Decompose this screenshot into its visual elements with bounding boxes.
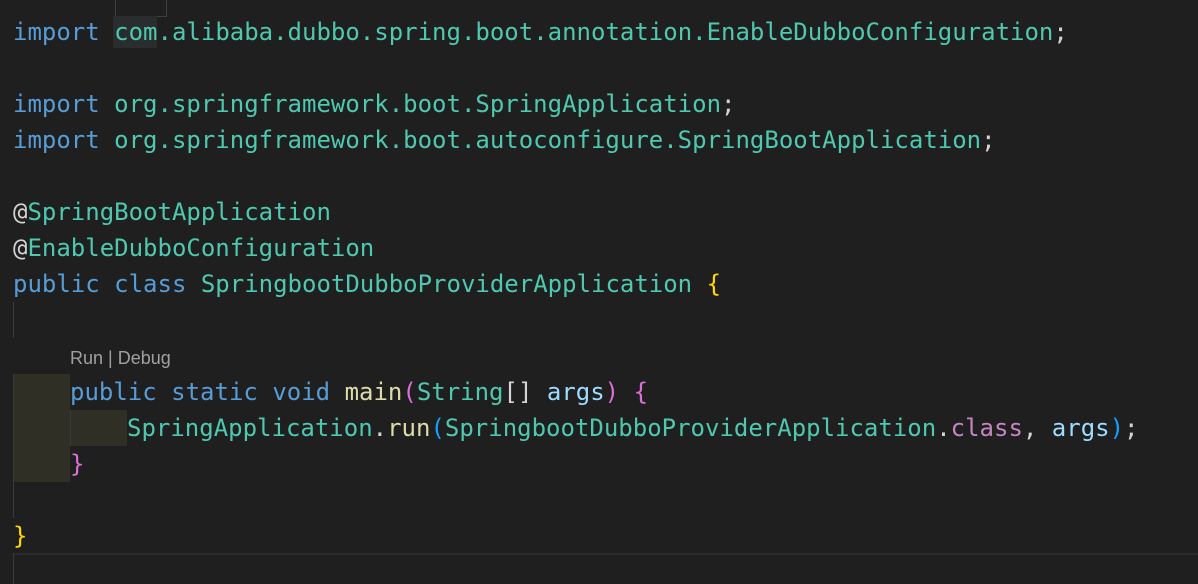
indent-highlight [13,374,70,482]
annotation-name: EnableDubboConfiguration [27,234,375,262]
code-line-10[interactable]: public static void main(String[] args) { [70,374,648,410]
indent-guide-outer [13,374,14,518]
keyword-import: import [13,90,100,118]
package-path: .alibaba.dubbo.spring.boot.annotation.En… [157,18,1054,46]
close-paren: ) [604,378,620,406]
code-line-6[interactable]: @SpringBootApplication [13,194,331,230]
code-line-11[interactable]: SpringApplication.run(SpringbootDubboPro… [127,410,1139,446]
param-type: String [416,378,504,406]
param-name: args [546,378,605,406]
code-line-7[interactable]: @EnableDubboConfiguration [13,230,374,266]
keyword-class: class [950,414,1023,442]
semicolon: ; [721,90,736,118]
keyword-static: static [171,378,258,406]
class-ref: SpringbootDubboProviderApplication [444,414,937,442]
arg-name: args [1051,414,1110,442]
keyword-public: public [13,270,100,298]
keyword-import: import [13,18,100,46]
package-segment: com [114,18,158,46]
codelens-run-debug[interactable]: Run | Debug [70,346,171,370]
close-brace: } [13,522,28,550]
code-line-1[interactable]: import com.alibaba.dubbo.spring.boot.ann… [13,14,1068,50]
indent-guide-inner [70,410,71,446]
open-paren: ( [402,378,417,406]
comma: , [1022,414,1038,442]
open-brace: { [633,378,649,406]
indent-highlight-inner [70,410,127,446]
package-path: org.springframework.boot.autoconfigure.S… [114,126,982,154]
keyword-class: class [114,270,187,298]
semicolon: ; [981,126,996,154]
code-line-4[interactable]: import org.springframework.boot.autoconf… [13,122,996,158]
keyword-import: import [13,126,100,154]
method-name: main [344,378,403,406]
code-editor[interactable]: import com.alibaba.dubbo.spring.boot.ann… [0,0,1198,584]
code-line-12[interactable]: } [70,446,84,482]
keyword-void: void [272,378,331,406]
keyword-public: public [70,378,157,406]
open-paren: ( [430,414,445,442]
annotation-at: @ [13,234,28,262]
annotation-name: SpringBootApplication [27,198,331,226]
code-line-8[interactable]: public class SpringbootDubboProviderAppl… [13,266,721,302]
indent-guide-bottom [13,553,14,584]
close-brace: } [70,450,85,478]
code-line-3[interactable]: import org.springframework.boot.SpringAp… [13,86,735,122]
array-brackets: [] [503,378,533,406]
close-paren: ) [1109,414,1125,442]
semicolon: ; [1124,414,1139,442]
annotation-at: @ [13,198,28,226]
class-name: SpringbootDubboProviderApplication [200,270,693,298]
method-call: run [387,414,431,442]
indent-guide [13,302,14,338]
dot: . [936,414,951,442]
current-line-border [13,553,1198,555]
semicolon: ; [1053,18,1068,46]
object-name: SpringApplication [127,414,373,442]
package-path: org.springframework.boot.SpringApplicati… [114,90,722,118]
code-line-14[interactable]: } [13,518,27,554]
open-brace: { [706,270,722,298]
dot: . [372,414,388,442]
